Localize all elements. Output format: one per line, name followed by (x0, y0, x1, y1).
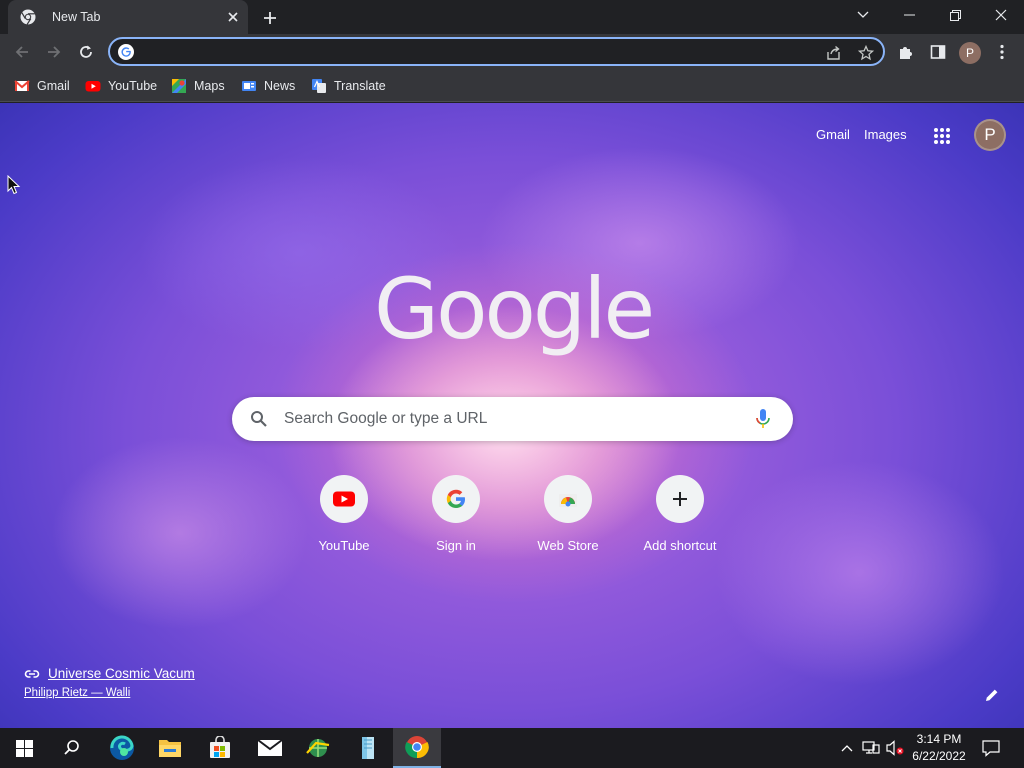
background-attribution-title[interactable]: Universe Cosmic Vacum (24, 666, 195, 681)
bookmark-label: Maps (194, 79, 225, 93)
link-icon (24, 669, 40, 678)
tab-strip: New Tab (0, 0, 1024, 34)
clock-date: 6/22/2022 (912, 749, 966, 763)
show-hidden-icons-chevron-up-icon[interactable] (837, 738, 857, 758)
start-button[interactable] (0, 728, 48, 768)
bookmark-gmail[interactable]: Gmail (14, 76, 70, 96)
taskbar-edge[interactable] (98, 728, 146, 768)
ntp-search-box[interactable] (232, 397, 793, 441)
file-explorer-icon (159, 740, 181, 757)
search-icon (250, 410, 268, 428)
taskbar-chrome[interactable] (393, 728, 441, 768)
back-button[interactable] (9, 39, 35, 65)
shortcut-web-store[interactable]: Web Store (512, 475, 624, 559)
mail-icon (257, 739, 283, 756)
extensions-puzzle-icon[interactable] (893, 39, 919, 65)
microphone-icon[interactable] (753, 408, 773, 430)
images-link[interactable]: Images (864, 127, 907, 142)
address-input[interactable] (142, 42, 782, 62)
shortcut-youtube[interactable]: YouTube (288, 475, 400, 559)
tab-title: New Tab (52, 10, 101, 24)
plus-icon (656, 475, 704, 523)
new-tab-button[interactable] (259, 7, 281, 29)
bookmarks-bar: Gmail YouTube Maps News Translate (0, 70, 1024, 102)
bookmark-label: News (264, 79, 296, 93)
notifications-icon[interactable] (981, 738, 1001, 758)
chrome-icon (405, 736, 429, 759)
chrome-menu-kebab-icon[interactable] (989, 39, 1015, 65)
network-app-icon (306, 739, 330, 757)
bookmark-translate[interactable]: Translate (311, 76, 386, 96)
taskbar-microsoft-store[interactable] (196, 728, 244, 768)
shortcut-add[interactable]: Add shortcut (624, 475, 736, 559)
bookmark-star-icon[interactable] (856, 43, 876, 63)
search-input[interactable] (284, 409, 734, 429)
taskbar: 3:14 PM 6/22/2022 (0, 728, 1024, 768)
reload-button[interactable] (73, 39, 99, 65)
tab-search-chevron-down-icon[interactable] (840, 0, 886, 30)
profile-avatar[interactable]: P (974, 119, 1006, 151)
google-icon (432, 475, 480, 523)
news-icon (242, 81, 256, 91)
attribution-title-text: Universe Cosmic Vacum (48, 666, 195, 681)
toolbar (0, 34, 1024, 70)
notepad-icon (362, 737, 374, 759)
edge-icon (110, 735, 134, 760)
gmail-icon (14, 80, 30, 91)
search-icon (64, 740, 79, 755)
bookmark-maps[interactable]: Maps (171, 76, 225, 96)
taskbar-mail[interactable] (246, 728, 294, 768)
network-icon[interactable] (861, 738, 881, 758)
translate-icon (312, 79, 326, 93)
taskbar-network-app[interactable] (294, 728, 342, 768)
taskbar-file-explorer[interactable] (146, 728, 194, 768)
forward-button[interactable] (41, 39, 67, 65)
share-icon[interactable] (824, 43, 844, 63)
background-attribution-author[interactable]: Philipp Rietz — Walli (24, 687, 130, 699)
chrome-icon (20, 9, 36, 25)
bookmark-label: YouTube (108, 79, 158, 93)
close-window-button[interactable] (978, 0, 1024, 30)
shortcut-label: Web Store (537, 538, 599, 553)
shortcut-sign-in[interactable]: Sign in (400, 475, 512, 559)
taskbar-clock[interactable]: 3:14 PM 6/22/2022 (906, 731, 972, 765)
bookmark-news[interactable]: News (241, 76, 295, 96)
shortcut-label: Add shortcut (643, 538, 717, 553)
minimize-button[interactable] (886, 0, 932, 30)
shortcut-label: YouTube (318, 538, 370, 553)
tab-new-tab[interactable]: New Tab (8, 0, 248, 34)
start-icon (15, 739, 33, 757)
restore-button[interactable] (932, 0, 978, 30)
youtube-icon (85, 81, 101, 92)
omnibox[interactable] (108, 37, 885, 66)
shortcut-label: Sign in (436, 538, 476, 553)
bookmark-label: Gmail (37, 79, 70, 93)
taskbar-search-button[interactable] (48, 728, 96, 768)
new-tab-page: Gmail Images P Google YouTube (0, 103, 1024, 728)
google-logo: Google (374, 260, 655, 358)
side-panel-icon[interactable] (925, 39, 951, 65)
google-apps-grid-icon[interactable] (929, 123, 955, 149)
microsoft-store-icon (210, 736, 230, 758)
volume-muted-icon[interactable] (885, 738, 905, 758)
gmail-link[interactable]: Gmail (816, 127, 850, 142)
bookmark-label: Translate (334, 79, 386, 93)
youtube-icon (320, 475, 368, 523)
taskbar-notepad[interactable] (344, 728, 392, 768)
bookmark-youtube[interactable]: YouTube (85, 76, 157, 96)
tab-close-icon[interactable] (224, 8, 242, 26)
clock-time: 3:14 PM (916, 732, 962, 746)
google-icon (118, 44, 134, 60)
web-store-icon (544, 475, 592, 523)
customize-pencil-icon[interactable] (984, 687, 1002, 705)
maps-icon (172, 79, 186, 93)
mouse-cursor-icon (7, 175, 21, 195)
profile-avatar-small[interactable]: P (959, 42, 981, 64)
